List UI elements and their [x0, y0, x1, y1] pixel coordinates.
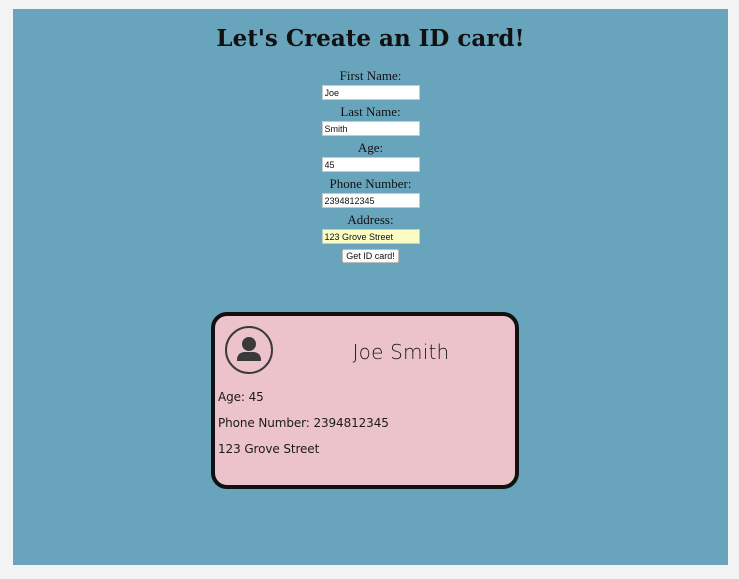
- card-age: Age: 45: [218, 390, 264, 404]
- id-card-form: First Name: Last Name: Age: Phone Number…: [13, 69, 728, 263]
- page-title: Let's Create an ID card!: [216, 25, 525, 52]
- last-name-label: Last Name:: [340, 104, 401, 119]
- page-canvas: Let's Create an ID card! First Name: Las…: [13, 9, 728, 565]
- address-label: Address:: [347, 212, 394, 227]
- card-phone-number: Phone Number: 2394812345: [218, 416, 389, 430]
- get-id-card-button[interactable]: Get ID card!: [342, 249, 399, 263]
- person-avatar-icon: [225, 326, 273, 374]
- address-input[interactable]: [321, 229, 420, 244]
- id-card: Joe Smith Age: 45 Phone Number: 23948123…: [211, 312, 519, 489]
- age-input[interactable]: [321, 157, 420, 172]
- age-label: Age:: [357, 140, 384, 155]
- card-address: 123 Grove Street: [218, 442, 320, 456]
- last-name-input[interactable]: [321, 121, 420, 136]
- card-full-name: Joe Smith: [352, 340, 450, 364]
- first-name-label: First Name:: [339, 68, 402, 83]
- first-name-input[interactable]: [321, 85, 420, 100]
- phone-number-input[interactable]: [321, 193, 420, 208]
- phone-number-label: Phone Number:: [329, 176, 412, 191]
